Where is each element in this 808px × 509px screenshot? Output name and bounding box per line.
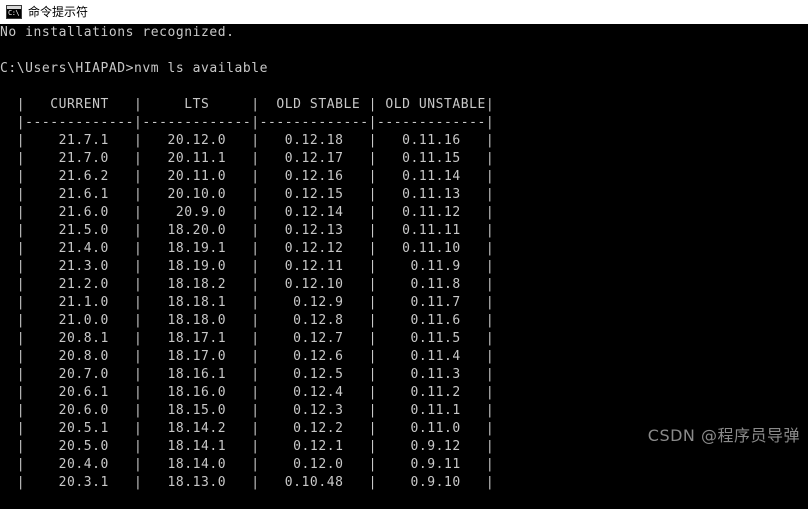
table-row: | 21.6.0 | 20.9.0 | 0.12.14 | 0.11.12 |	[0, 205, 495, 220]
cmd-icon[interactable]: C:\	[6, 5, 22, 19]
table-row: | 21.5.0 | 18.20.0 | 0.12.13 | 0.11.11 |	[0, 223, 495, 238]
table-row: | 21.2.0 | 18.18.2 | 0.12.10 | 0.11.8 |	[0, 277, 495, 292]
table-row: | 20.6.0 | 18.15.0 | 0.12.3 | 0.11.1 |	[0, 403, 495, 418]
prompt-text-1: C:\Users\HIAPAD>	[0, 61, 135, 76]
console-prompt-line-1: C:\Users\HIAPAD>nvm ls available	[0, 60, 808, 78]
table-row: | 20.4.0 | 18.14.0 | 0.12.0 | 0.9.11 |	[0, 457, 495, 472]
table-row: | 21.7.0 | 20.11.1 | 0.12.17 | 0.11.15 |	[0, 151, 495, 166]
console-blank-line-3	[0, 492, 808, 509]
csdn-watermark: CSDN @程序员导弹	[647, 426, 800, 445]
table-row: | 21.6.2 | 20.11.0 | 0.12.16 | 0.11.14 |	[0, 169, 495, 184]
window-titlebar[interactable]: C:\ 命令提示符	[0, 0, 808, 24]
window-title: 命令提示符	[28, 5, 89, 19]
cmd-icon-glyph: C:\	[8, 9, 20, 17]
table-row: | 21.0.0 | 18.18.0 | 0.12.8 | 0.11.6 |	[0, 313, 495, 328]
table-row: | 21.6.1 | 20.10.0 | 0.12.15 | 0.11.13 |	[0, 187, 495, 202]
command-text-1: nvm ls available	[134, 61, 269, 76]
table-row: | 20.6.1 | 18.16.0 | 0.12.4 | 0.11.2 |	[0, 385, 495, 400]
console-blank-line-2	[0, 78, 808, 96]
table-row: | 20.7.0 | 18.16.1 | 0.12.5 | 0.11.3 |	[0, 367, 495, 382]
table-row: | 20.8.1 | 18.17.1 | 0.12.7 | 0.11.5 |	[0, 331, 495, 346]
table-row: | 21.4.0 | 18.19.1 | 0.12.12 | 0.11.10 |	[0, 241, 495, 256]
table-row: | 20.8.0 | 18.17.0 | 0.12.6 | 0.11.4 |	[0, 349, 495, 364]
table-row: | 20.3.1 | 18.13.0 | 0.10.48 | 0.9.10 |	[0, 475, 495, 490]
console-output[interactable]: No installations recognized. C:\Users\HI…	[0, 24, 808, 509]
table-row: | 21.7.1 | 20.12.0 | 0.12.18 | 0.11.16 |	[0, 133, 495, 148]
console-line-no-installations: No installations recognized.	[0, 25, 235, 40]
table-header-row: | CURRENT | LTS | OLD STABLE | OLD UNSTA…	[0, 97, 495, 112]
table-separator-row: |-------------|-------------|-----------…	[0, 115, 495, 130]
table-row: | 21.1.0 | 18.18.1 | 0.12.9 | 0.11.7 |	[0, 295, 495, 310]
table-row: | 21.3.0 | 18.19.0 | 0.12.11 | 0.11.9 |	[0, 259, 495, 274]
